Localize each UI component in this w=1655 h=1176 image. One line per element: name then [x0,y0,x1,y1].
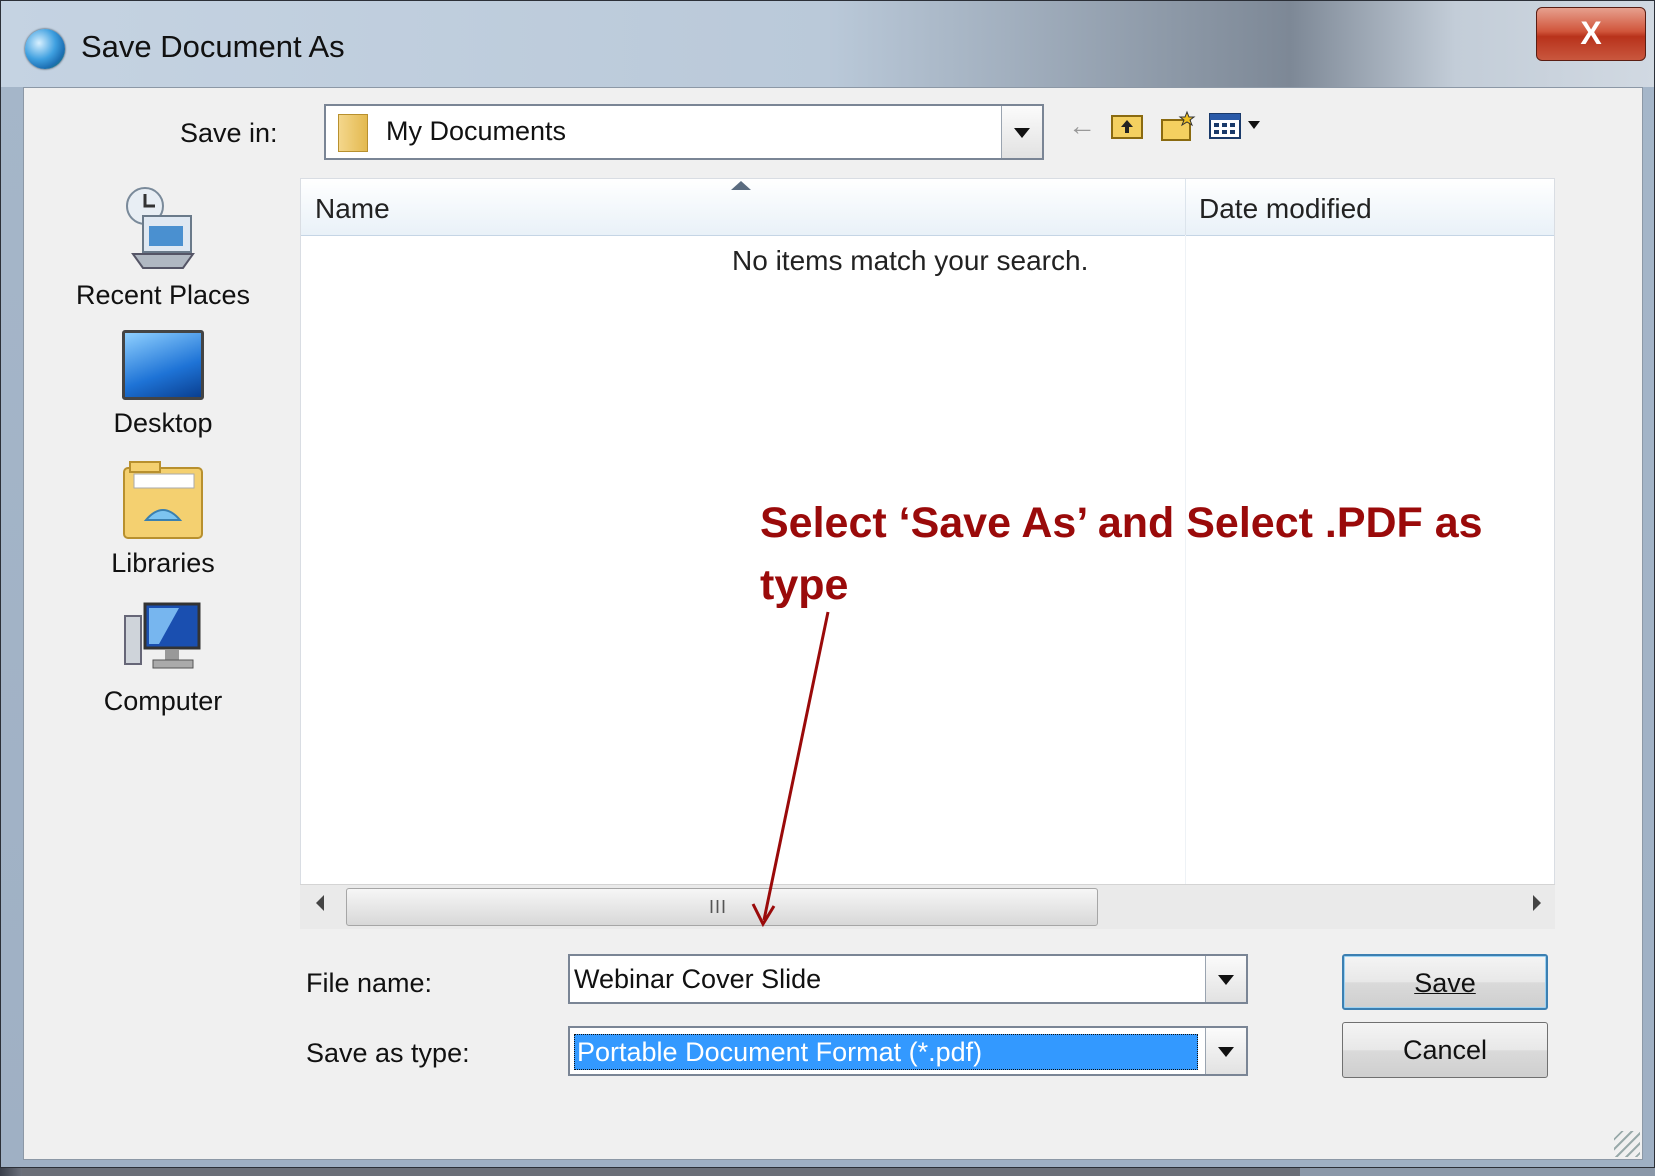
file-name-value: Webinar Cover Slide [574,964,822,994]
column-date-modified-header[interactable]: Date modified [1199,193,1372,225]
title-bar: Save Document As X [1,1,1654,87]
recent-places-icon [123,186,203,272]
view-menu-icon[interactable] [1208,110,1268,147]
save-as-type-select[interactable]: Portable Document Format (*.pdf) [568,1026,1248,1076]
close-button[interactable]: X [1536,7,1646,61]
save-as-type-selected: Portable Document Format (*.pdf) [574,1034,1198,1070]
column-name-header[interactable]: Name [315,193,390,225]
save-button-label: Save [1414,968,1476,998]
save-in-label: Save in: [180,118,278,148]
dialog-body: Save in: My Documents ← Recent Places De… [23,87,1643,1160]
app-logo-icon [25,29,65,69]
empty-list-message: No items match your search. [732,245,1089,276]
up-folder-icon[interactable] [1110,110,1144,147]
place-label: Computer [103,686,223,716]
file-name-label: File name: [306,968,433,998]
save-in-dropdown-button[interactable] [1001,106,1042,158]
save-as-type-value: Portable Document Format (*.pdf) [577,1037,983,1067]
place-label: Recent Places [75,280,251,310]
scroll-left-icon[interactable] [316,895,324,911]
sort-ascending-icon [731,181,751,190]
place-recent-places[interactable]: Recent Places [24,186,302,311]
column-divider[interactable] [1185,179,1186,235]
place-desktop[interactable]: Desktop [24,330,302,439]
save-button[interactable]: Save [1342,954,1548,1010]
annotation-callout: Select ‘Save As’ and Select .PDF as type [760,499,1483,609]
place-label: Libraries [111,548,215,578]
resize-grip-icon[interactable] [1614,1131,1640,1157]
my-documents-folder-icon [338,114,368,152]
place-computer[interactable]: Computer [24,602,302,717]
cancel-button[interactable]: Cancel [1342,1022,1548,1078]
new-folder-icon[interactable] [1160,110,1196,149]
file-list-header: Name Date modified [301,179,1554,236]
places-bar: Recent Places Desktop Libraries Computer [24,174,302,814]
scrollbar-thumb[interactable]: III [346,888,1098,926]
save-in-combo[interactable]: My Documents [324,104,1044,160]
save-as-type-label: Save as type: [306,1038,470,1068]
libraries-icon [122,460,204,540]
cancel-button-label: Cancel [1402,1035,1488,1065]
file-name-input[interactable]: Webinar Cover Slide [568,954,1248,1004]
computer-icon [123,602,203,678]
scrollbar-grip: III [709,897,728,917]
place-libraries[interactable]: Libraries [24,460,302,579]
file-name-dropdown-button[interactable] [1205,956,1246,1002]
dialog-title: Save Document As [81,29,345,64]
place-label: Desktop [113,408,213,438]
desktop-icon [122,330,204,400]
scroll-right-icon[interactable] [1533,895,1541,911]
save-as-type-dropdown-button[interactable] [1205,1028,1246,1074]
back-arrow-icon[interactable]: ← [1068,110,1096,142]
save-in-value: My Documents [386,116,567,146]
horizontal-scrollbar[interactable]: III [300,884,1555,929]
